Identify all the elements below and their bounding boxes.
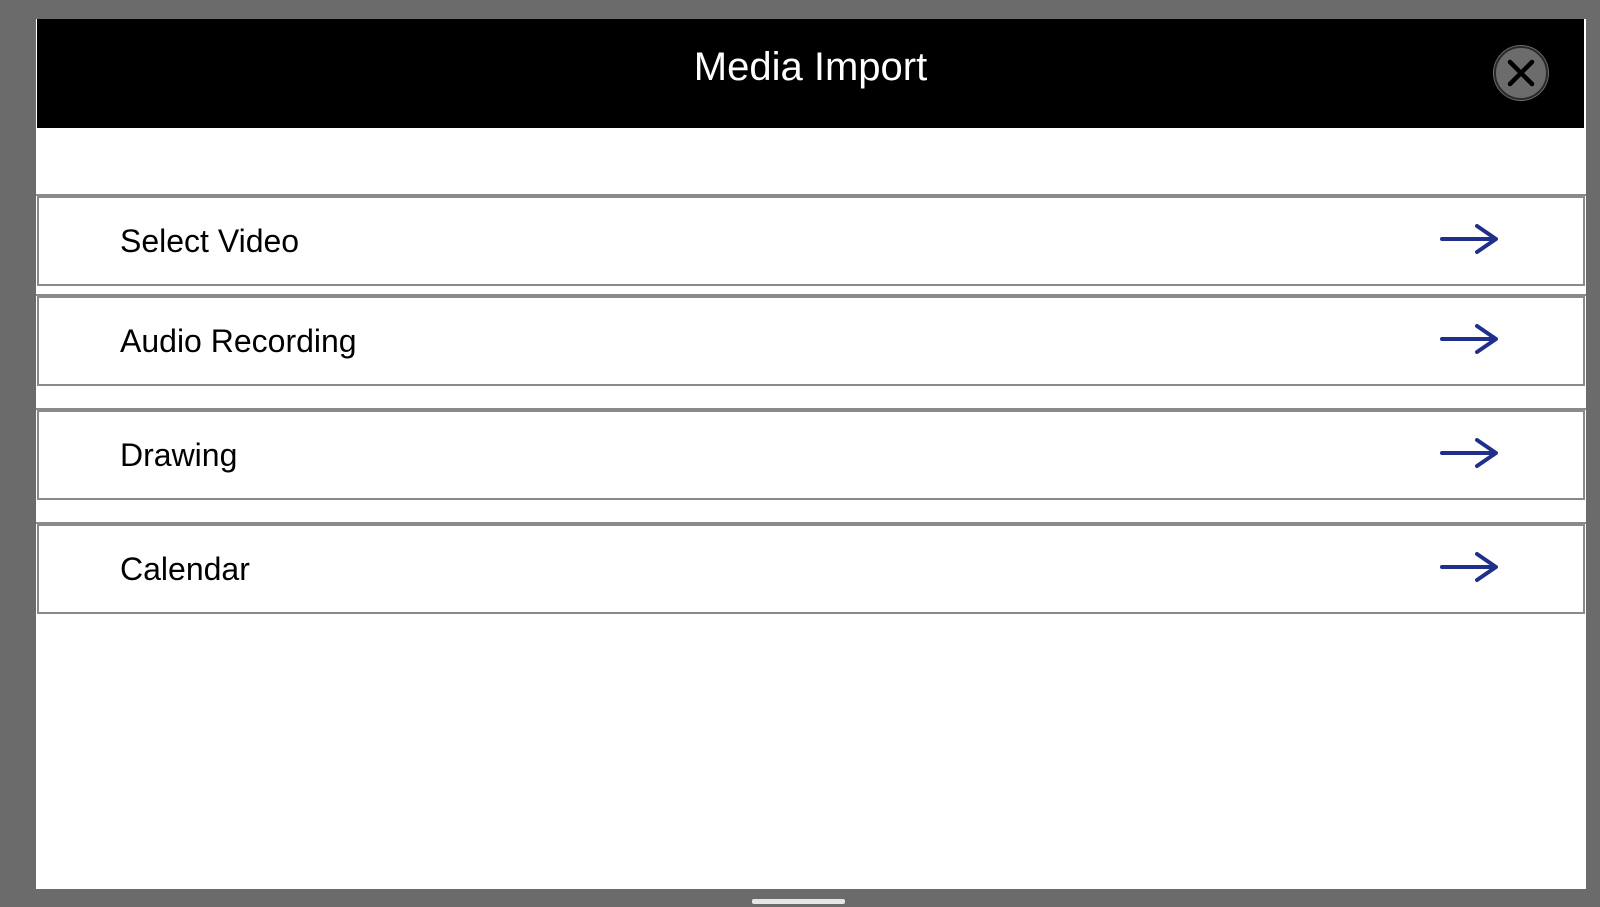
close-button[interactable]	[1493, 45, 1549, 101]
menu-item-label: Calendar	[120, 551, 250, 587]
dialog-title: Media Import	[693, 45, 928, 89]
home-indicator[interactable]	[752, 899, 845, 904]
arrow-right-icon	[1440, 224, 1498, 254]
menu-item-audio-recording[interactable]: Audio Recording	[37, 296, 1585, 386]
row-divider	[36, 386, 1586, 410]
menu-item-select-video[interactable]: Select Video	[37, 196, 1585, 286]
header-spacer	[36, 128, 1586, 196]
arrow-right-icon	[1440, 324, 1498, 354]
menu-item-drawing[interactable]: Drawing	[37, 410, 1585, 500]
menu-item-label: Audio Recording	[120, 323, 357, 359]
arrow-right-icon	[1440, 552, 1498, 582]
media-import-dialog: Media Import Select Video Audio Recordin…	[36, 19, 1586, 889]
row-divider	[36, 500, 1586, 524]
close-icon	[1494, 46, 1548, 100]
menu-item-calendar[interactable]: Calendar	[37, 524, 1585, 614]
arrow-right-icon	[1440, 438, 1498, 468]
menu-item-label: Select Video	[120, 223, 300, 259]
screen: Media Import Select Video Audio Recordin…	[0, 0, 1600, 907]
row-divider	[36, 286, 1586, 296]
menu-item-label: Drawing	[120, 437, 238, 473]
dialog-header: Media Import	[37, 19, 1584, 130]
